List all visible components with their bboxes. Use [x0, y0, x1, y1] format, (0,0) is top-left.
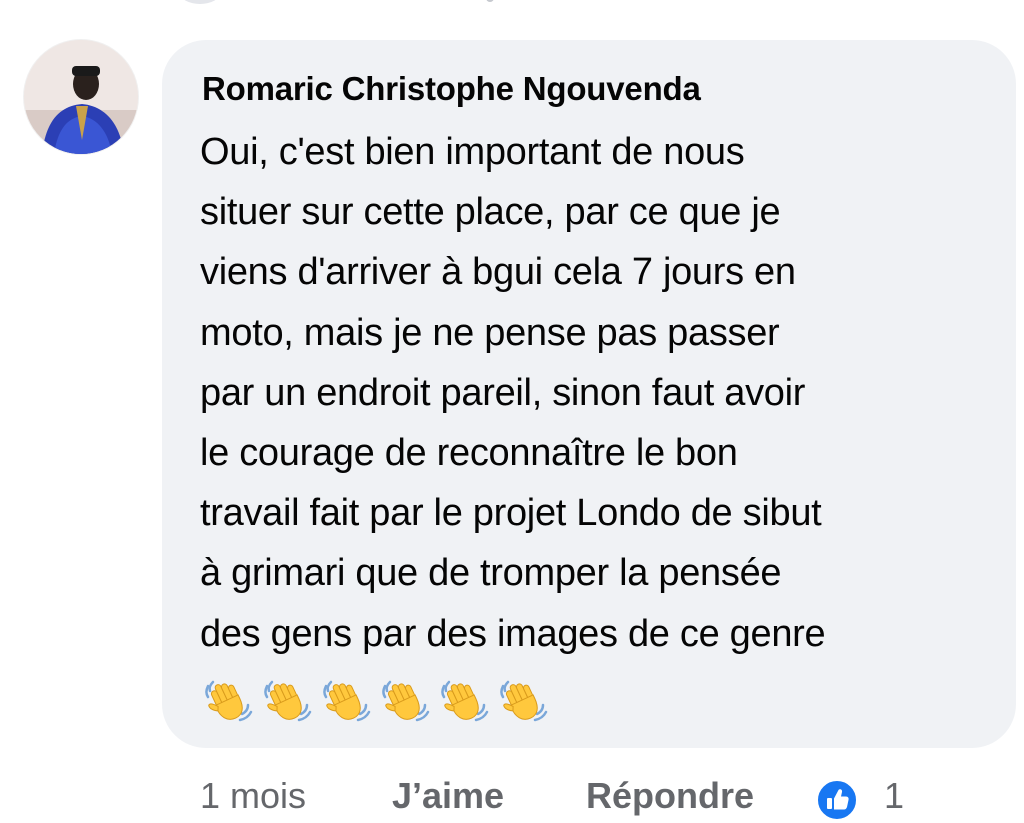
like-button[interactable]: J’aime	[392, 775, 504, 817]
comment-bubble: Romaric Christophe Ngouvenda Oui, c'est …	[162, 40, 1016, 748]
comment-text: Oui, c'est bien important de nous situer…	[200, 122, 990, 664]
previous-item-dot	[486, 0, 494, 2]
avatar[interactable]	[24, 40, 138, 154]
comment-line: le courage de reconnaître le bon	[200, 432, 738, 475]
timestamp[interactable]: 1 mois	[200, 775, 306, 817]
waving-hand-icon	[441, 680, 489, 722]
comment-line: viens d'arriver à bgui cela 7 jours en	[200, 251, 796, 294]
comment-line: à grimari que de tromper la pensée	[200, 552, 782, 595]
waving-hand-icon	[205, 680, 253, 722]
comment-thread: Romaric Christophe Ngouvenda Oui, c'est …	[0, 0, 1024, 823]
comment-line: par un endroit pareil, sinon faut avoir	[200, 371, 806, 414]
reaction-count[interactable]: 1	[884, 775, 904, 817]
previous-item-stub	[180, 0, 220, 4]
comment-line: situer sur cette place, par ce que je	[200, 191, 781, 234]
waving-hand-icon	[264, 680, 312, 722]
thumbs-up-icon[interactable]	[816, 779, 858, 823]
comment-line: des gens par des images de ce genre	[200, 612, 826, 655]
reply-button[interactable]: Répondre	[586, 775, 754, 817]
waving-hand-icon	[382, 680, 430, 722]
comment-line: moto, mais je ne pense pas passer	[200, 311, 780, 354]
profile-photo	[24, 40, 138, 154]
author-name[interactable]: Romaric Christophe Ngouvenda	[202, 70, 701, 108]
emoji-row	[202, 676, 549, 728]
comment-line: travail fait par le projet Londo de sibu…	[200, 492, 822, 535]
waving-hand-icon	[500, 680, 548, 722]
comment-line: Oui, c'est bien important de nous	[200, 131, 745, 173]
waving-hand-icon	[323, 680, 371, 722]
